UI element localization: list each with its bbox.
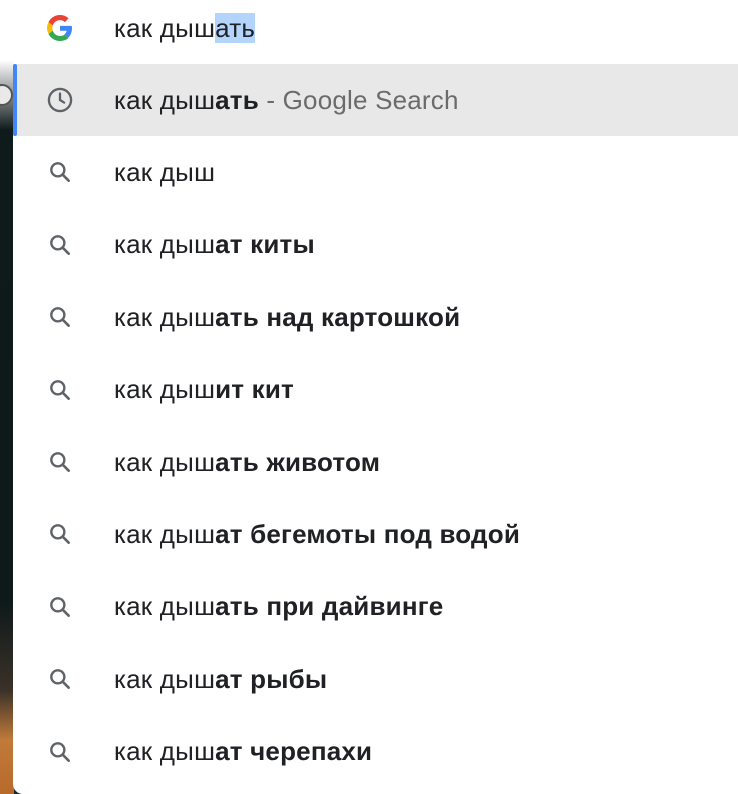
suggestion-prefix: как дыш xyxy=(114,663,216,694)
suggestion-row[interactable]: как дышать животом xyxy=(13,426,738,498)
suggestion-text: как дыш xyxy=(114,157,215,188)
suggestion-prefix: как дыш xyxy=(114,591,216,622)
suggestion-text: как дышать - Google Search xyxy=(114,85,459,116)
suggestion-completion: ат бегемоты под водой xyxy=(215,518,521,549)
suggestion-prefix: как дыш xyxy=(114,156,216,187)
suggestion-row[interactable]: как дышат киты xyxy=(13,209,738,281)
suggestion-completion: ат черепахи xyxy=(215,736,373,767)
omnibox-text[interactable]: как дышать xyxy=(114,12,256,44)
omnibox-input[interactable]: как дышать xyxy=(13,0,738,64)
suggestion-completion: ать при дайвинге xyxy=(215,591,444,622)
suggestion-prefix: как дыш xyxy=(114,374,216,405)
suggestion-prefix: как дыш xyxy=(114,736,216,767)
search-icon xyxy=(45,447,75,477)
suggestion-completion: ать xyxy=(215,84,259,115)
suggestion-completion: ат киты xyxy=(215,229,315,260)
suggestion-text: как дышат черепахи xyxy=(114,736,372,767)
autocomplete-selection: ать xyxy=(215,12,256,43)
search-icon xyxy=(45,230,75,260)
suggestion-text: как дышат бегемоты под водой xyxy=(114,519,520,550)
suggestion-text: как дышать при дайвинге xyxy=(114,591,443,622)
search-icon xyxy=(45,157,75,187)
suggestion-completion: ат рыбы xyxy=(215,663,328,694)
search-icon xyxy=(45,375,75,405)
suggestion-prefix: как дыш xyxy=(114,229,216,260)
google-g-icon xyxy=(45,13,75,43)
suggestion-row[interactable]: как дышать над картошкой xyxy=(13,281,738,353)
suggestion-completion: ать над картошкой xyxy=(215,301,461,332)
suggestion-row[interactable]: как дышат черепахи xyxy=(13,716,738,788)
suggestion-text: как дышат киты xyxy=(114,229,315,260)
suggestion-completion: ит кит xyxy=(215,374,294,405)
suggestion-row[interactable]: как дышат рыбы xyxy=(13,643,738,715)
history-clock-icon xyxy=(45,85,75,115)
suggestion-row[interactable]: как дышать при дайвинге xyxy=(13,571,738,643)
suggestion-completion: ать животом xyxy=(215,446,381,477)
search-icon xyxy=(45,664,75,694)
suggestion-row[interactable]: как дышат бегемоты под водой xyxy=(13,498,738,570)
suggestion-text: как дышит кит xyxy=(114,374,294,405)
search-icon xyxy=(45,302,75,332)
suggestion-row[interactable]: как дыш xyxy=(13,136,738,208)
suggestion-prefix: как дыш xyxy=(114,301,216,332)
suggestion-text: как дышать над картошкой xyxy=(114,302,460,333)
suggestion-prefix: как дыш xyxy=(114,84,216,115)
search-icon xyxy=(45,592,75,622)
background-edge xyxy=(0,0,14,794)
suggestion-prefix: как дыш xyxy=(114,446,216,477)
suggestion-text: как дышат рыбы xyxy=(114,664,327,695)
search-icon xyxy=(45,519,75,549)
suggestion-row[interactable]: как дышит кит xyxy=(13,354,738,426)
search-icon xyxy=(45,737,75,767)
suggestion-text: как дышать животом xyxy=(114,447,380,478)
suggestion-row-selected[interactable]: как дышать - Google Search xyxy=(13,64,738,136)
suggestion-suffix: - Google Search xyxy=(258,84,459,115)
omnibox-dropdown: как дышать как дышать - Google Search как… xyxy=(13,0,738,794)
suggestion-prefix: как дыш xyxy=(114,518,216,549)
